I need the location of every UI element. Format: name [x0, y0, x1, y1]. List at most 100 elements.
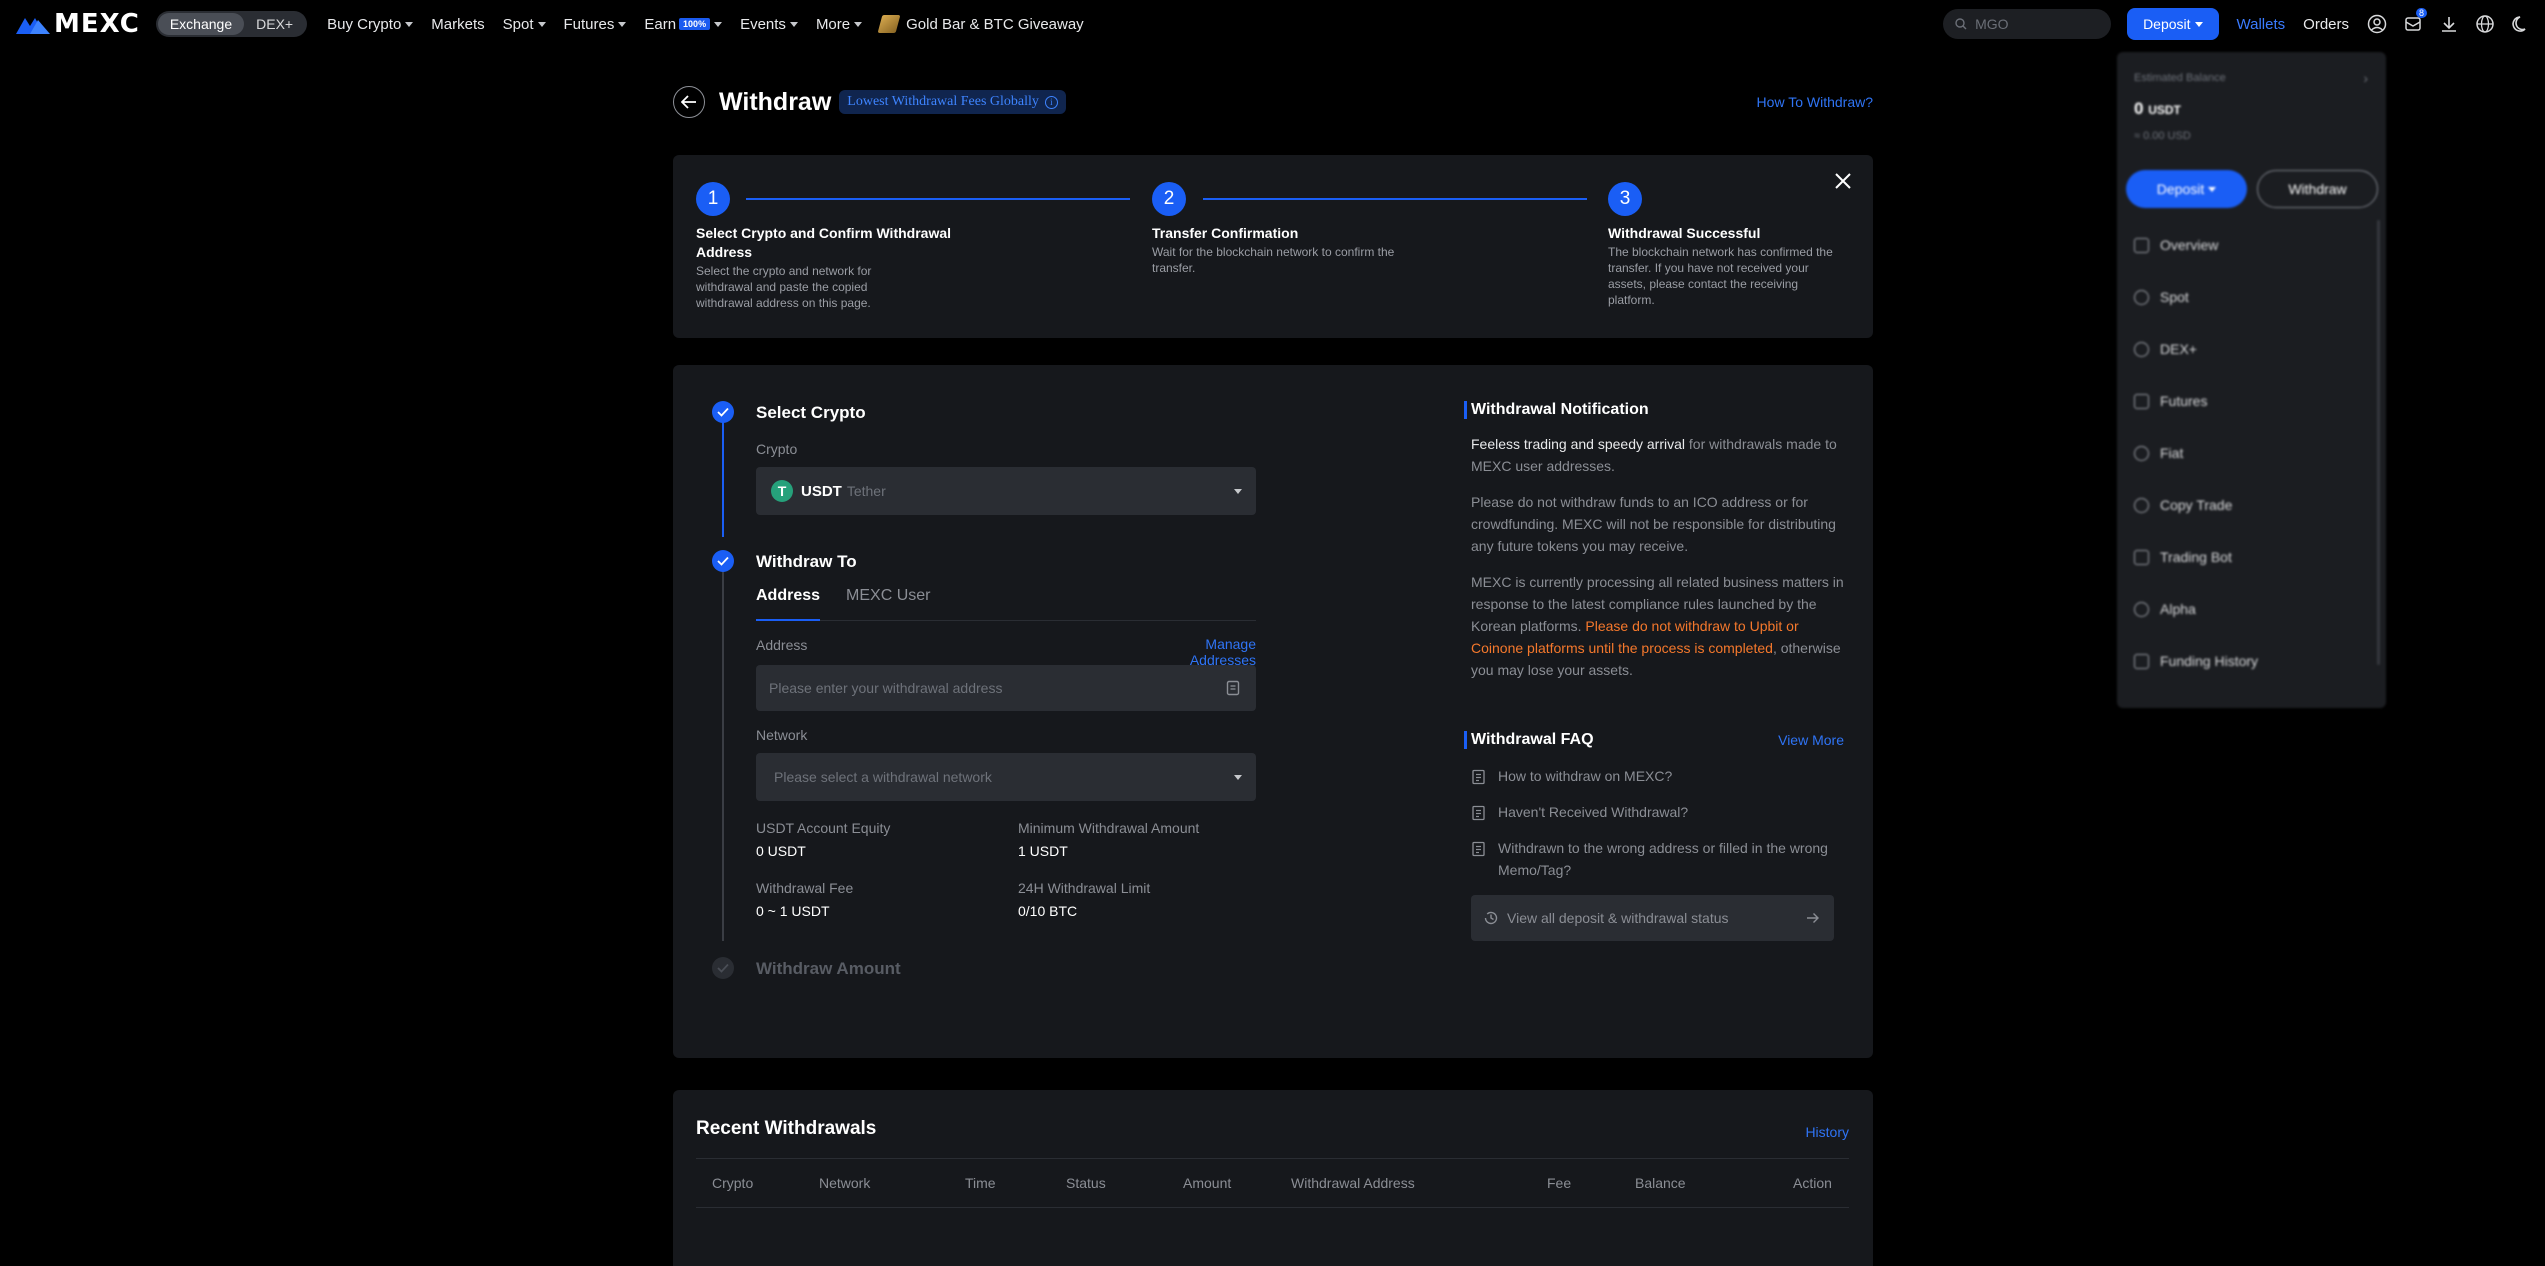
orders-link[interactable]: Orders	[2303, 16, 2349, 33]
withdraw-amount-heading: Withdraw Amount	[756, 959, 901, 978]
download-icon[interactable]	[2439, 14, 2459, 34]
column-crypto: Crypto	[712, 1175, 754, 1191]
step-3-desc: The blockchain network has confirmed the…	[1608, 245, 1833, 307]
crypto-label: Crypto	[756, 441, 798, 457]
wallet-item-alpha[interactable]: Alpha	[2134, 601, 2196, 617]
chevron-down-icon	[1234, 489, 1242, 494]
address-book-icon[interactable]	[1226, 680, 1240, 696]
notification-title: Withdrawal Notification	[1464, 401, 1844, 419]
menu-promo[interactable]: Gold Bar & BTC Giveaway	[877, 15, 1084, 33]
nav-right: MGO Deposit Wallets Orders 8	[1943, 8, 2531, 40]
overview-icon	[2134, 237, 2149, 253]
wallet-item-dex[interactable]: DEX+	[2134, 341, 2197, 357]
menu-markets[interactable]: Markets	[431, 16, 484, 33]
user-icon[interactable]	[2367, 14, 2387, 34]
crypto-select[interactable]: T USDT Tether	[756, 467, 1256, 515]
withdraw-to-tabs: Address MEXC User	[756, 587, 1256, 621]
wallet-item-label: Trading Bot	[2160, 549, 2232, 565]
wallet-item-label: Futures	[2160, 393, 2208, 409]
address-input[interactable]: Please enter your withdrawal address	[756, 665, 1256, 711]
chevron-down-icon	[405, 21, 414, 27]
lowest-fees-label: Lowest Withdrawal Fees Globally	[847, 94, 1039, 109]
wallet-item-label: Overview	[2160, 237, 2219, 253]
mexc-logo[interactable]: MEXC	[16, 9, 140, 39]
step-3-number: 3	[1608, 182, 1642, 216]
faq-title: Withdrawal FAQ View More	[1464, 731, 1844, 749]
chevron-right-icon[interactable]: ›	[2363, 70, 2368, 86]
notification-icon[interactable]: 8	[2403, 8, 2427, 34]
wallets-link[interactable]: Wallets	[2237, 16, 2286, 33]
table-header: Crypto Network Time Status Amount Withdr…	[696, 1158, 1849, 1208]
menu-futures-label: Futures	[563, 15, 615, 33]
close-icon[interactable]	[1831, 169, 1855, 193]
faq-item[interactable]: Withdrawn to the wrong address or filled…	[1464, 837, 1844, 881]
search-input[interactable]: MGO	[1943, 9, 2112, 39]
history-link[interactable]: History	[1805, 1124, 1849, 1140]
view-more-link[interactable]: View More	[1778, 732, 1844, 748]
check-icon	[712, 550, 734, 572]
menu-markets-label: Markets	[431, 15, 485, 33]
wallet-item-funding-history[interactable]: Funding History	[2134, 653, 2258, 669]
alpha-icon	[2134, 601, 2149, 617]
progress-line-2	[722, 561, 724, 941]
globe-icon[interactable]	[2475, 14, 2495, 34]
step-1-number: 1	[696, 182, 730, 216]
wallet-item-futures[interactable]: Futures	[2134, 393, 2207, 409]
lowest-fees-badge[interactable]: Lowest Withdrawal Fees Globally i	[839, 90, 1066, 114]
step-connector-2	[1203, 198, 1587, 200]
account-equity-label: USDT Account Equity	[756, 820, 891, 836]
view-status-button[interactable]: View all deposit & withdrawal status	[1471, 895, 1834, 941]
mexc-logo-icon	[16, 18, 50, 34]
segment-dex[interactable]: DEX+	[244, 13, 305, 35]
tab-address[interactable]: Address	[756, 587, 821, 621]
menu-events[interactable]: Events	[740, 16, 798, 33]
tether-icon: T	[771, 480, 793, 502]
menu-futures[interactable]: Futures	[564, 16, 627, 33]
faq-item-text: Haven't Received Withdrawal?	[1498, 804, 1689, 820]
select-crypto-heading: Select Crypto	[756, 403, 866, 422]
scrollbar[interactable]	[2377, 220, 2380, 665]
withdraw-panel: Select Crypto Crypto T USDT Tether Withd…	[673, 365, 1873, 1058]
back-button[interactable]	[673, 86, 705, 118]
tab-mexc-user[interactable]: MEXC User	[846, 587, 930, 621]
manage-addresses-link[interactable]: Manage Addresses	[1140, 636, 1256, 668]
menu-more[interactable]: More	[816, 16, 863, 33]
menu-earn[interactable]: Earn 100%	[644, 16, 723, 33]
menu-spot[interactable]: Spot	[503, 16, 546, 33]
network-select[interactable]: Please select a withdrawal network	[756, 753, 1256, 801]
menu-buy-crypto[interactable]: Buy Crypto	[327, 16, 414, 33]
faq-item[interactable]: Haven't Received Withdrawal?	[1464, 801, 1844, 823]
menu-events-label: Events	[740, 15, 786, 33]
wallet-deposit-button[interactable]: Deposit	[2126, 170, 2247, 208]
column-fee: Fee	[1547, 1175, 1572, 1191]
notification-paragraph-1: Feeless trading and speedy arrival for w…	[1464, 433, 1844, 477]
wallet-item-label: Fiat	[2160, 445, 2184, 461]
wallet-item-trading-bot[interactable]: Trading Bot	[2134, 549, 2232, 565]
faq-title-text: Withdrawal FAQ	[1471, 731, 1594, 748]
wallet-withdraw-button[interactable]: Withdraw	[2257, 170, 2378, 208]
step-2-number: 2	[1152, 182, 1186, 216]
segment-exchange[interactable]: Exchange	[157, 13, 245, 35]
wallet-deposit-label: Deposit	[2156, 181, 2205, 197]
column-balance: Balance	[1635, 1175, 1686, 1191]
futures-icon	[2134, 393, 2149, 409]
withdrawal-fee-value: 0 ~ 1 USDT	[756, 903, 830, 919]
history-icon	[1484, 911, 1498, 925]
wallet-item-label: Alpha	[2160, 601, 2196, 617]
how-to-withdraw-link[interactable]: How To Withdraw?	[1757, 94, 1873, 110]
wallet-item-spot[interactable]: Spot	[2134, 289, 2189, 305]
wallet-item-fiat[interactable]: Fiat	[2134, 445, 2183, 461]
moon-icon[interactable]	[2511, 14, 2531, 34]
wallet-item-label: Funding History	[2160, 653, 2259, 669]
account-equity: USDT Account Equity 0 USDT	[756, 820, 890, 859]
faq-item[interactable]: How to withdraw on MEXC?	[1464, 765, 1844, 787]
menu-spot-label: Spot	[502, 15, 534, 33]
column-amount: Amount	[1183, 1175, 1232, 1191]
wallet-item-copy-trade[interactable]: Copy Trade	[2134, 497, 2232, 513]
wallet-item-overview[interactable]: Overview	[2134, 237, 2218, 253]
column-network: Network	[819, 1175, 871, 1191]
network-placeholder: Please select a withdrawal network	[774, 769, 992, 785]
crypto-name: Tether	[846, 483, 886, 499]
deposit-button[interactable]: Deposit	[2127, 8, 2219, 40]
step-2: 2 Transfer Confirmation Wait for the blo…	[1152, 182, 1412, 276]
